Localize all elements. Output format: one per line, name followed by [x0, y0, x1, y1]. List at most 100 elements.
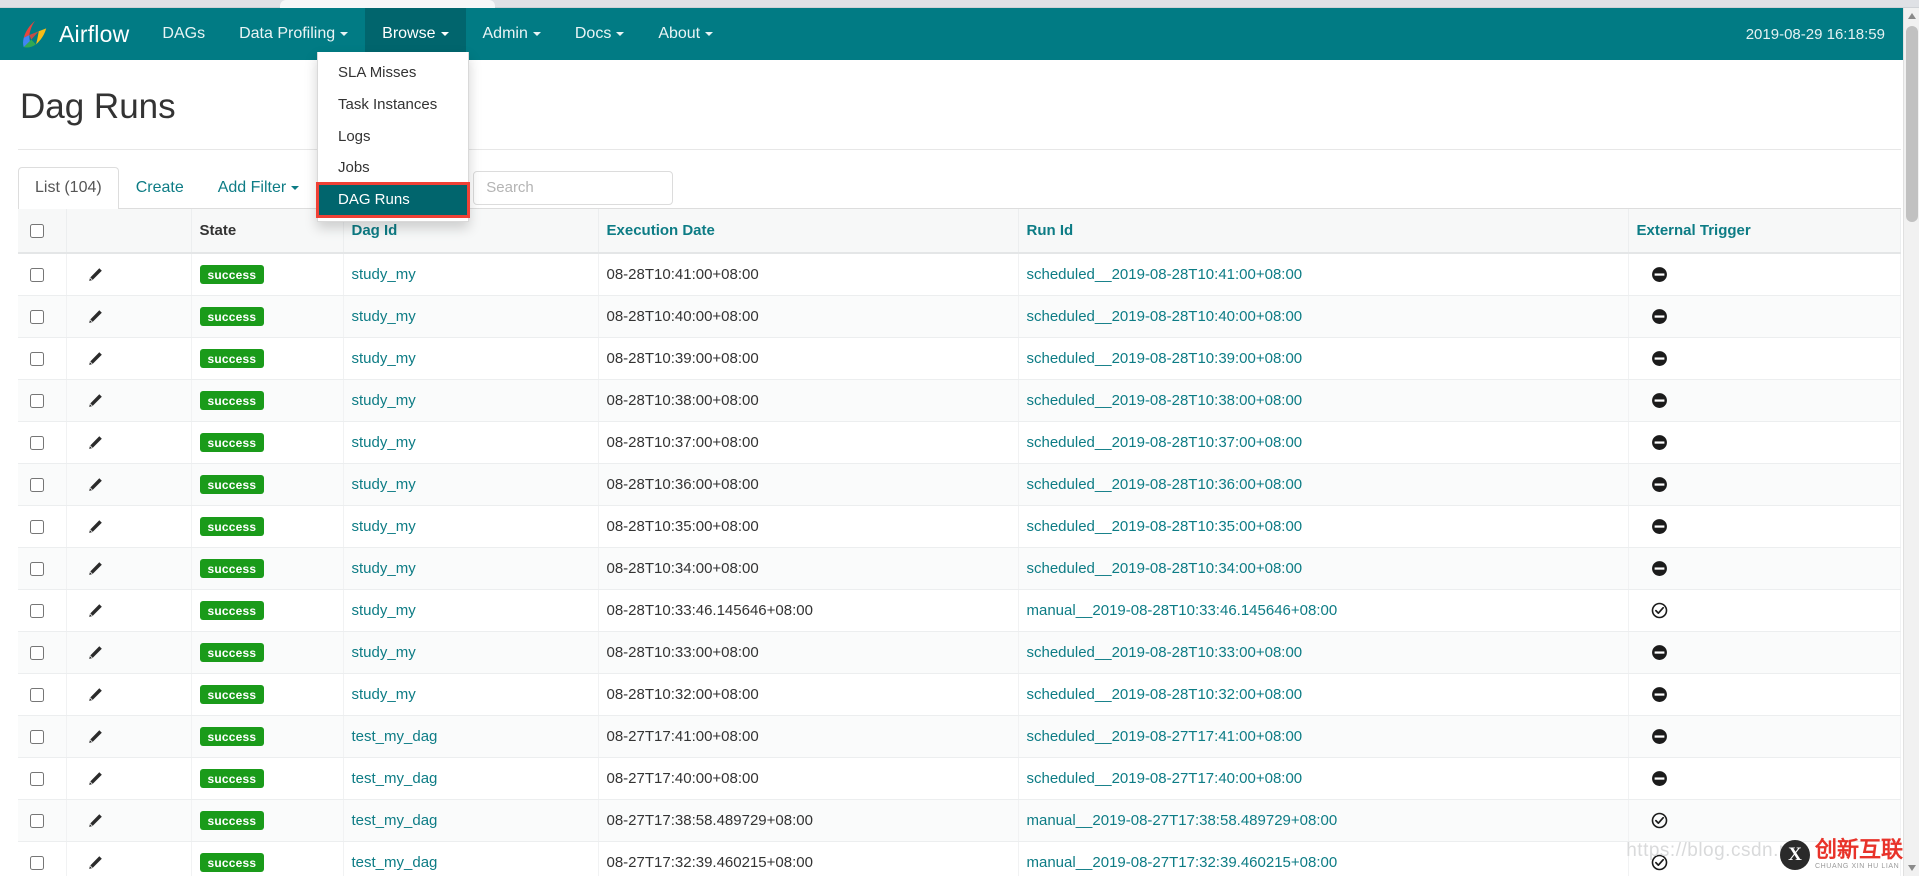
edit-pencil-icon[interactable]	[87, 813, 103, 829]
row-external-trigger-cell	[1628, 589, 1901, 631]
dag-id-link[interactable]: test_my_dag	[352, 854, 438, 871]
nav-item-docs[interactable]: Docs	[558, 8, 641, 60]
scrollbar-thumb[interactable]	[1906, 26, 1918, 222]
dag-id-link[interactable]: study_my	[352, 602, 416, 619]
row-select-checkbox[interactable]	[30, 478, 44, 492]
dag-id-link[interactable]: test_my_dag	[352, 770, 438, 787]
row-select-checkbox[interactable]	[30, 688, 44, 702]
scroll-up-arrow-icon[interactable]	[1904, 8, 1919, 24]
row-select-checkbox[interactable]	[30, 604, 44, 618]
row-select-checkbox[interactable]	[30, 730, 44, 744]
tab-add-filter[interactable]: Add Filter	[201, 167, 316, 207]
row-select-checkbox[interactable]	[30, 814, 44, 828]
edit-pencil-icon[interactable]	[87, 519, 103, 535]
dropdown-item-logs[interactable]: Logs	[318, 121, 468, 153]
run-id-link[interactable]: scheduled__2019-08-28T10:35:00+08:00	[1027, 518, 1303, 535]
nav-item-dags[interactable]: DAGs	[145, 8, 222, 60]
run-id-link[interactable]: manual__2019-08-27T17:32:39.460215+08:00	[1027, 854, 1338, 871]
row-select-checkbox[interactable]	[30, 520, 44, 534]
row-edit-cell	[66, 337, 191, 379]
dag-id-link[interactable]: study_my	[352, 434, 416, 451]
run-id-link[interactable]: scheduled__2019-08-27T17:41:00+08:00	[1027, 728, 1303, 745]
run-id-link[interactable]: scheduled__2019-08-28T10:36:00+08:00	[1027, 476, 1303, 493]
row-external-trigger-cell	[1628, 757, 1901, 799]
row-run-id-cell: manual__2019-08-27T17:38:58.489729+08:00	[1018, 799, 1628, 841]
title-divider	[18, 149, 1901, 150]
row-edit-cell	[66, 631, 191, 673]
vertical-scrollbar[interactable]	[1903, 8, 1919, 876]
edit-pencil-icon[interactable]	[87, 267, 103, 283]
search-input[interactable]	[473, 171, 673, 205]
dag-id-link[interactable]: study_my	[352, 476, 416, 493]
run-id-link[interactable]: scheduled__2019-08-28T10:38:00+08:00	[1027, 392, 1303, 409]
edit-pencil-icon[interactable]	[87, 435, 103, 451]
dropdown-item-sla-misses[interactable]: SLA Misses	[318, 57, 468, 89]
dag-id-link[interactable]: study_my	[352, 350, 416, 367]
edit-pencil-icon[interactable]	[87, 477, 103, 493]
run-id-link[interactable]: scheduled__2019-08-27T17:40:00+08:00	[1027, 770, 1303, 787]
dropdown-item-jobs[interactable]: Jobs	[318, 152, 468, 184]
tab-create[interactable]: Create	[119, 167, 201, 207]
column-header-run-id[interactable]: Run Id	[1018, 209, 1628, 253]
row-dag-id-cell: test_my_dag	[343, 841, 598, 876]
table-row: successstudy_my08-28T10:33:00+08:00sched…	[18, 631, 1901, 673]
edit-pencil-icon[interactable]	[87, 603, 103, 619]
edit-pencil-icon[interactable]	[87, 309, 103, 325]
run-id-link[interactable]: scheduled__2019-08-28T10:37:00+08:00	[1027, 434, 1303, 451]
run-id-link[interactable]: scheduled__2019-08-28T10:39:00+08:00	[1027, 350, 1303, 367]
run-id-link[interactable]: scheduled__2019-08-28T10:40:00+08:00	[1027, 308, 1303, 325]
column-header-execution-date[interactable]: Execution Date	[598, 209, 1018, 253]
edit-column-header	[66, 209, 191, 253]
dag-id-link[interactable]: study_my	[352, 308, 416, 325]
row-select-checkbox[interactable]	[30, 436, 44, 450]
dag-id-link[interactable]: study_my	[352, 518, 416, 535]
edit-pencil-icon[interactable]	[87, 729, 103, 745]
edit-pencil-icon[interactable]	[87, 771, 103, 787]
dag-id-link[interactable]: test_my_dag	[352, 728, 438, 745]
row-select-checkbox[interactable]	[30, 856, 44, 870]
airflow-brand-link[interactable]: Airflow	[0, 8, 145, 60]
run-id-link[interactable]: scheduled__2019-08-28T10:32:00+08:00	[1027, 686, 1303, 703]
row-select-checkbox[interactable]	[30, 310, 44, 324]
run-id-link[interactable]: scheduled__2019-08-28T10:33:00+08:00	[1027, 644, 1303, 661]
dag-id-link[interactable]: study_my	[352, 392, 416, 409]
dag-id-link[interactable]: test_my_dag	[352, 812, 438, 829]
nav-item-about[interactable]: About	[641, 8, 730, 60]
column-header-external-trigger[interactable]: External Trigger	[1628, 209, 1901, 253]
row-dag-id-cell: study_my	[343, 421, 598, 463]
row-select-checkbox[interactable]	[30, 562, 44, 576]
row-edit-cell	[66, 799, 191, 841]
run-id-link[interactable]: manual__2019-08-27T17:38:58.489729+08:00	[1027, 812, 1338, 829]
row-edit-cell	[66, 295, 191, 337]
edit-pencil-icon[interactable]	[87, 855, 103, 871]
edit-pencil-icon[interactable]	[87, 687, 103, 703]
edit-pencil-icon[interactable]	[87, 561, 103, 577]
scroll-down-arrow-icon[interactable]	[1904, 860, 1919, 876]
run-id-link[interactable]: manual__2019-08-28T10:33:46.145646+08:00	[1027, 602, 1338, 619]
row-execution-date-cell: 08-27T17:40:00+08:00	[598, 757, 1018, 799]
chevron-down-icon	[533, 32, 541, 36]
row-select-checkbox[interactable]	[30, 352, 44, 366]
row-select-checkbox[interactable]	[30, 394, 44, 408]
minus-circle-icon	[1651, 434, 1668, 451]
dag-id-link[interactable]: study_my	[352, 644, 416, 661]
tab-list[interactable]: List (104)	[18, 167, 119, 208]
dag-id-link[interactable]: study_my	[352, 560, 416, 577]
row-select-checkbox[interactable]	[30, 646, 44, 660]
dag-id-link[interactable]: study_my	[352, 266, 416, 283]
edit-pencil-icon[interactable]	[87, 645, 103, 661]
dropdown-item-dag-runs[interactable]: DAG Runs	[318, 184, 468, 216]
edit-pencil-icon[interactable]	[87, 393, 103, 409]
row-run-id-cell: scheduled__2019-08-28T10:33:00+08:00	[1018, 631, 1628, 673]
row-select-checkbox[interactable]	[30, 772, 44, 786]
row-edit-cell	[66, 253, 191, 296]
dag-id-link[interactable]: study_my	[352, 686, 416, 703]
dropdown-item-task-instances[interactable]: Task Instances	[318, 89, 468, 121]
table-row: successtest_my_dag08-27T17:41:00+08:00sc…	[18, 715, 1901, 757]
select-all-checkbox[interactable]	[30, 224, 44, 238]
edit-pencil-icon[interactable]	[87, 351, 103, 367]
nav-item-admin[interactable]: Admin	[466, 8, 558, 60]
row-select-checkbox[interactable]	[30, 268, 44, 282]
run-id-link[interactable]: scheduled__2019-08-28T10:34:00+08:00	[1027, 560, 1303, 577]
run-id-link[interactable]: scheduled__2019-08-28T10:41:00+08:00	[1027, 266, 1303, 283]
